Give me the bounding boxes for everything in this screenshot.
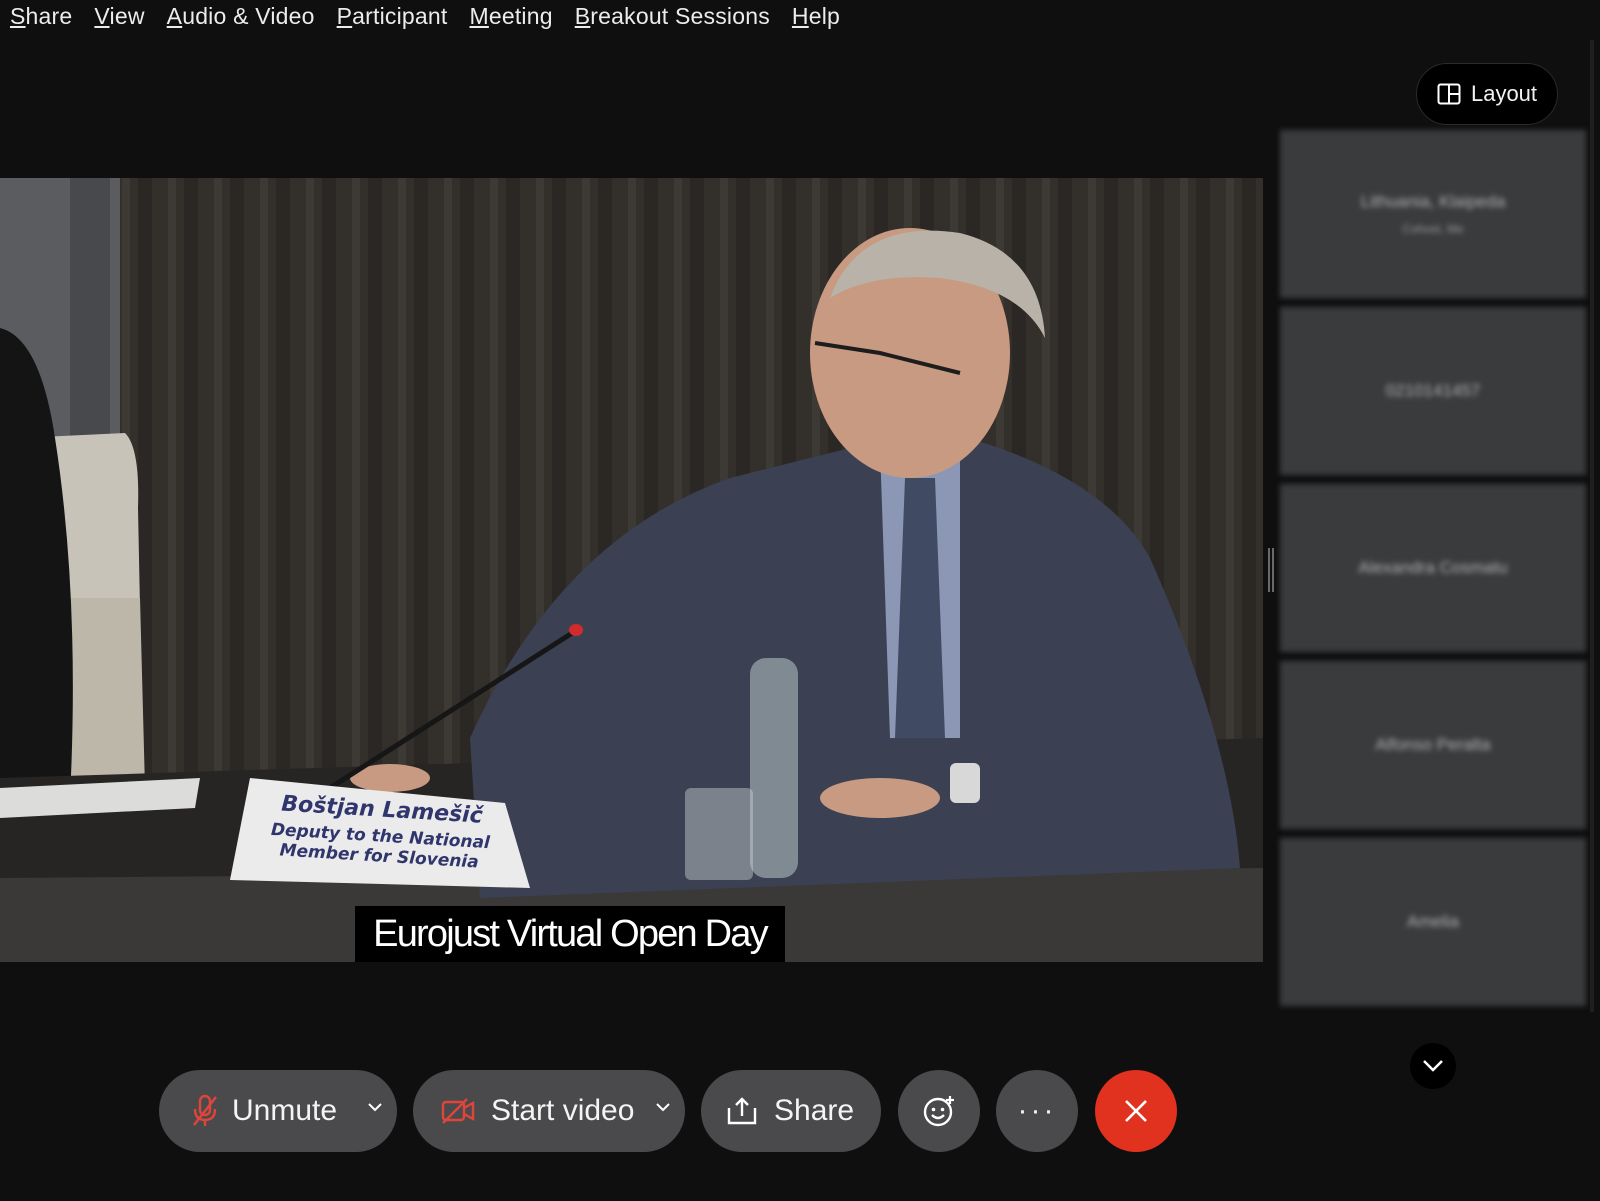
participant-name: Amelia [1407, 912, 1459, 931]
more-options-button[interactable]: ··· [996, 1070, 1078, 1152]
close-icon [1125, 1100, 1147, 1122]
participant-tile[interactable]: Lithuania, Klaipeda Cohost, Me [1280, 130, 1586, 298]
leave-meeting-button[interactable] [1095, 1070, 1177, 1152]
meeting-controls: Unmute Start video Share ··· [0, 1070, 1600, 1152]
participant-tile[interactable]: Amelia [1280, 838, 1586, 1006]
reactions-button[interactable] [898, 1070, 980, 1152]
menu-meeting[interactable]: Meeting [470, 3, 553, 30]
panel-splitter[interactable] [1268, 548, 1274, 592]
participant-role: Cohost, Me [1402, 222, 1464, 236]
video-caption: Eurojust Virtual Open Day [355, 906, 785, 962]
participant-name: Lithuania, Klaipeda [1360, 192, 1506, 211]
menu-view[interactable]: View [94, 3, 144, 30]
menu-audio-video[interactable]: Audio & Video [167, 3, 315, 30]
menu-bar: Share View Audio & Video Participant Mee… [0, 0, 1600, 32]
participant-name: Alfonso Peralta [1375, 735, 1491, 754]
participant-tiles: Lithuania, Klaipeda Cohost, Me 021014145… [1280, 130, 1586, 1015]
layout-button-label: Layout [1470, 81, 1538, 106]
layout-icon [1437, 83, 1461, 105]
speaker-video-frame [0, 178, 1263, 962]
unmute-button[interactable]: Unmute [159, 1070, 397, 1152]
participant-tile[interactable]: Alfonso Peralta [1280, 661, 1586, 829]
share-icon [727, 1097, 757, 1125]
tiles-scrollbar[interactable] [1590, 40, 1594, 1012]
smiley-icon [923, 1096, 954, 1127]
chevron-down-icon[interactable] [655, 1102, 671, 1112]
participant-tile[interactable]: 0210141457 [1280, 307, 1586, 475]
participant-tile[interactable]: Alexandra Cosmatu [1280, 484, 1586, 652]
share-button[interactable]: Share [701, 1070, 881, 1152]
start-video-label: Start video [491, 1094, 635, 1127]
menu-share[interactable]: Share [10, 3, 72, 30]
menu-breakout-sessions[interactable]: Breakout Sessions [575, 3, 770, 30]
more-icon: ··· [1017, 1094, 1057, 1127]
muted-mic-icon [193, 1094, 217, 1126]
video-off-icon [441, 1098, 475, 1124]
share-label: Share [774, 1094, 855, 1127]
layout-button[interactable]: Layout [1416, 63, 1558, 125]
menu-participant[interactable]: Participant [337, 3, 448, 30]
chevron-down-icon[interactable] [367, 1102, 383, 1112]
participant-name: 0210141457 [1385, 381, 1481, 400]
menu-help[interactable]: Help [792, 3, 840, 30]
unmute-label: Unmute [232, 1094, 338, 1127]
start-video-button[interactable]: Start video [413, 1070, 685, 1152]
main-video[interactable]: Boštjan Lamešič Deputy to the National M… [0, 178, 1263, 962]
participant-name: Alexandra Cosmatu [1358, 558, 1508, 577]
